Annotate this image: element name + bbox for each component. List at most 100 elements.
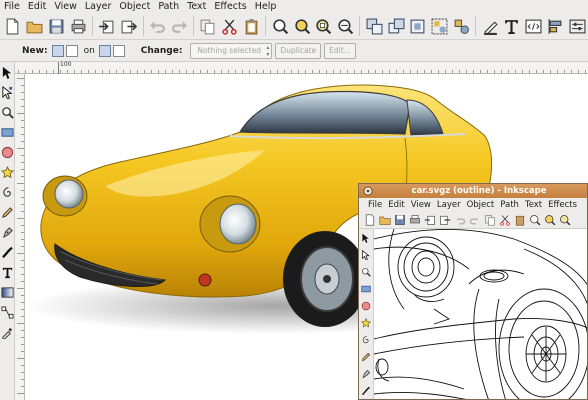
import-icon[interactable] <box>422 212 437 227</box>
zoom-drawing-icon[interactable] <box>291 15 313 37</box>
duplicate-icon[interactable] <box>363 15 385 37</box>
paste-icon[interactable] <box>241 15 263 37</box>
calligraphy-icon[interactable] <box>0 242 15 262</box>
export-icon[interactable] <box>118 15 140 37</box>
redo-icon[interactable] <box>168 15 190 37</box>
unlink-clone-icon[interactable] <box>407 15 429 37</box>
node-editor-icon[interactable] <box>359 246 372 263</box>
node-editor-icon[interactable] <box>0 82 15 102</box>
cut-icon[interactable] <box>219 15 241 37</box>
star-icon[interactable] <box>0 162 15 182</box>
ungroup-icon[interactable] <box>450 15 472 37</box>
import-icon[interactable] <box>96 15 118 37</box>
w2-menu-file[interactable]: File <box>365 200 385 210</box>
zoom-width-icon[interactable] <box>335 15 357 37</box>
copy-icon[interactable] <box>197 15 219 37</box>
w2-menu-object[interactable]: Object <box>464 200 498 210</box>
copy-icon[interactable] <box>482 212 497 227</box>
undo-icon[interactable] <box>147 15 169 37</box>
menu-effects[interactable]: Effects <box>210 0 250 13</box>
connector-icon[interactable] <box>0 302 15 322</box>
new-document-icon[interactable] <box>362 212 377 227</box>
new-layer-toggle[interactable] <box>51 44 64 57</box>
on-target-toggle-2[interactable] <box>112 44 125 57</box>
menu-path[interactable]: Path <box>154 0 183 13</box>
clone-icon[interactable] <box>385 15 407 37</box>
star-icon[interactable] <box>359 314 372 331</box>
outline-canvas[interactable] <box>373 229 587 399</box>
w2-menu-layer[interactable]: Layer <box>434 200 464 210</box>
spiral-icon[interactable] <box>0 182 15 202</box>
zoom-page-icon[interactable] <box>313 15 335 37</box>
paste-icon[interactable] <box>512 212 527 227</box>
redo-icon[interactable] <box>467 212 482 227</box>
print-icon[interactable] <box>407 212 422 227</box>
ruler-minor-tick <box>445 70 446 73</box>
duplicate-button[interactable]: Duplicate <box>275 42 322 59</box>
align-icon[interactable] <box>545 15 567 37</box>
pencil-icon[interactable] <box>359 348 372 365</box>
undo-icon[interactable] <box>452 212 467 227</box>
w2-menu-path[interactable]: Path <box>497 200 522 210</box>
selector-icon[interactable] <box>0 62 15 82</box>
fill-stroke-icon[interactable] <box>479 15 501 37</box>
rectangle-icon[interactable] <box>359 280 372 297</box>
text-font-icon[interactable] <box>501 15 523 37</box>
zoom-drawing-icon[interactable] <box>542 212 557 227</box>
text-icon[interactable] <box>0 262 15 282</box>
group-icon[interactable] <box>429 15 451 37</box>
ruler-minor-tick <box>564 70 565 73</box>
rectangle-icon[interactable] <box>0 122 15 142</box>
zoom-icon[interactable] <box>359 263 372 280</box>
menu-view[interactable]: View <box>50 0 81 13</box>
menu-edit[interactable]: Edit <box>24 0 50 13</box>
zoom-icon[interactable] <box>0 102 15 122</box>
ellipse-icon[interactable] <box>359 297 372 314</box>
xml-editor-icon[interactable] <box>523 15 545 37</box>
ruler-minor-tick <box>242 70 243 73</box>
menu-text[interactable]: Text <box>183 0 210 13</box>
outline-window-title: car.svgz (outline) - Inkscape <box>411 186 547 196</box>
pencil-icon[interactable] <box>0 202 15 222</box>
ellipse-icon[interactable] <box>0 142 15 162</box>
pen-icon[interactable] <box>359 365 372 382</box>
ruler-minor-tick <box>21 302 24 303</box>
zoom-icon[interactable] <box>527 212 542 227</box>
pen-icon[interactable] <box>0 222 15 242</box>
zoom-page-icon[interactable] <box>557 212 572 227</box>
w2-menu-text[interactable]: Text <box>522 200 545 210</box>
menu-object[interactable]: Object <box>115 0 154 13</box>
zoom-selection-icon[interactable] <box>269 15 291 37</box>
selection-combo[interactable]: Nothing selected <box>190 42 273 59</box>
ruler-minor-tick <box>32 70 33 73</box>
on-target-toggle[interactable] <box>98 44 111 57</box>
menu-file[interactable]: File <box>0 0 24 13</box>
menu-layer[interactable]: Layer <box>81 0 116 13</box>
preferences-icon[interactable] <box>566 15 588 37</box>
ruler-minor-tick <box>21 281 24 282</box>
open-folder-icon[interactable] <box>24 15 46 37</box>
gradient-icon[interactable] <box>0 282 15 302</box>
w2-menu-view[interactable]: View <box>408 200 434 210</box>
save-icon[interactable] <box>392 212 407 227</box>
spiral-icon[interactable] <box>359 331 372 348</box>
export-icon[interactable] <box>437 212 452 227</box>
outline-window-titlebar[interactable]: car.svgz (outline) - Inkscape <box>359 184 587 198</box>
calligraphy-icon[interactable] <box>359 382 372 399</box>
selector-icon[interactable] <box>359 229 372 246</box>
new-document-icon[interactable] <box>2 15 24 37</box>
cut-icon[interactable] <box>497 212 512 227</box>
w2-menu-effects[interactable]: Effects <box>545 200 580 210</box>
print-icon[interactable] <box>67 15 89 37</box>
ruler-minor-tick <box>17 393 24 394</box>
ruler-minor-tick <box>21 162 24 163</box>
new-object-toggle[interactable] <box>65 44 78 57</box>
edit-button[interactable]: Edit... <box>324 42 356 59</box>
dropper-icon[interactable] <box>0 322 15 342</box>
window-menu-icon[interactable] <box>363 186 373 196</box>
menu-help[interactable]: Help <box>251 0 281 13</box>
open-folder-icon[interactable] <box>377 212 392 227</box>
w2-menu-edit[interactable]: Edit <box>385 200 407 210</box>
ruler-minor-tick <box>130 70 131 73</box>
save-icon[interactable] <box>46 15 68 37</box>
